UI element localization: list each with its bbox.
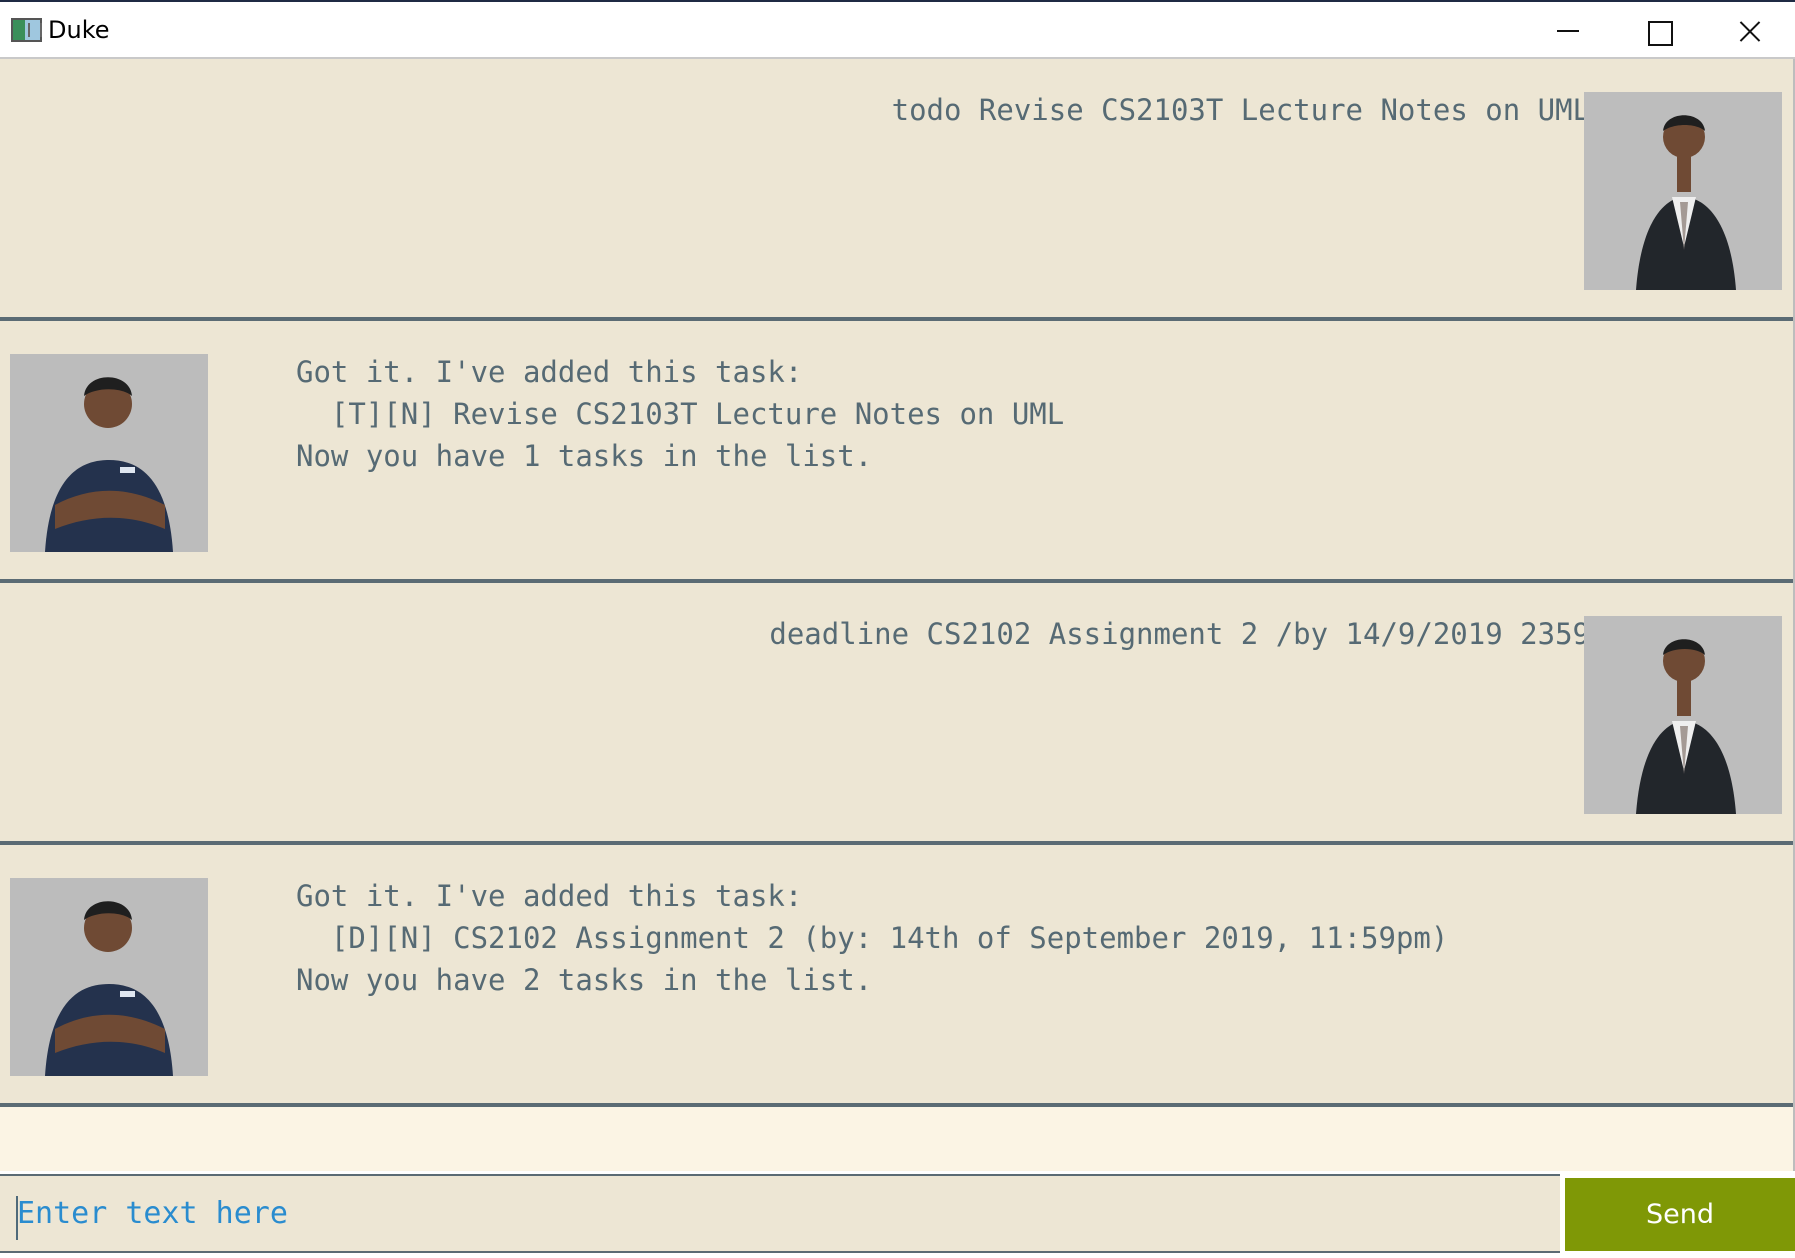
bot-message-line: [T][N] Revise CS2103T Lecture Notes on U… <box>296 397 1065 431</box>
message-input-container[interactable] <box>0 1174 1560 1253</box>
input-bar: Send <box>0 1171 1795 1258</box>
window-title: Duke <box>48 16 110 44</box>
maximize-icon[interactable] <box>1612 2 1704 59</box>
send-button[interactable]: Send <box>1565 1178 1795 1251</box>
bot-message-line: Now you have 1 tasks in the list. <box>296 439 873 473</box>
minimize-icon[interactable] <box>1521 2 1613 59</box>
bot-message-line: [D][N] CS2102 Assignment 2 (by: 14th of … <box>296 921 1449 955</box>
bot-message-line: Got it. I've added this task: <box>296 879 803 913</box>
bot-message-line: Now you have 2 tasks in the list. <box>296 963 873 997</box>
user-message: todo Revise CS2103T Lecture Notes on UML <box>0 59 1793 321</box>
bot-message: Got it. I've added this task: [D][N] CS2… <box>0 845 1793 1107</box>
bot-message-text: Got it. I've added this task: [T][N] Rev… <box>296 351 1064 477</box>
bot-avatar <box>10 354 208 552</box>
dialog-container[interactable]: todo Revise CS2103T Lecture Notes on UML <box>0 59 1795 1171</box>
app-icon <box>11 18 42 42</box>
user-avatar <box>1584 616 1782 814</box>
bot-avatar <box>10 878 208 1076</box>
close-icon[interactable] <box>1704 2 1795 59</box>
bot-message-text: Got it. I've added this task: [D][N] CS2… <box>296 875 1448 1001</box>
bot-message-line: Got it. I've added this task: <box>296 355 803 389</box>
user-message-text: deadline CS2102 Assignment 2 /by 14/9/20… <box>769 617 1590 651</box>
user-message-text: todo Revise CS2103T Lecture Notes on UML <box>891 93 1590 127</box>
bot-message: Got it. I've added this task: [T][N] Rev… <box>0 321 1793 583</box>
message-input[interactable] <box>0 1176 1560 1251</box>
user-avatar <box>1584 92 1782 290</box>
user-message: deadline CS2102 Assignment 2 /by 14/9/20… <box>0 583 1793 845</box>
text-caret <box>16 1196 18 1240</box>
window-title-bar: Duke <box>0 0 1795 59</box>
